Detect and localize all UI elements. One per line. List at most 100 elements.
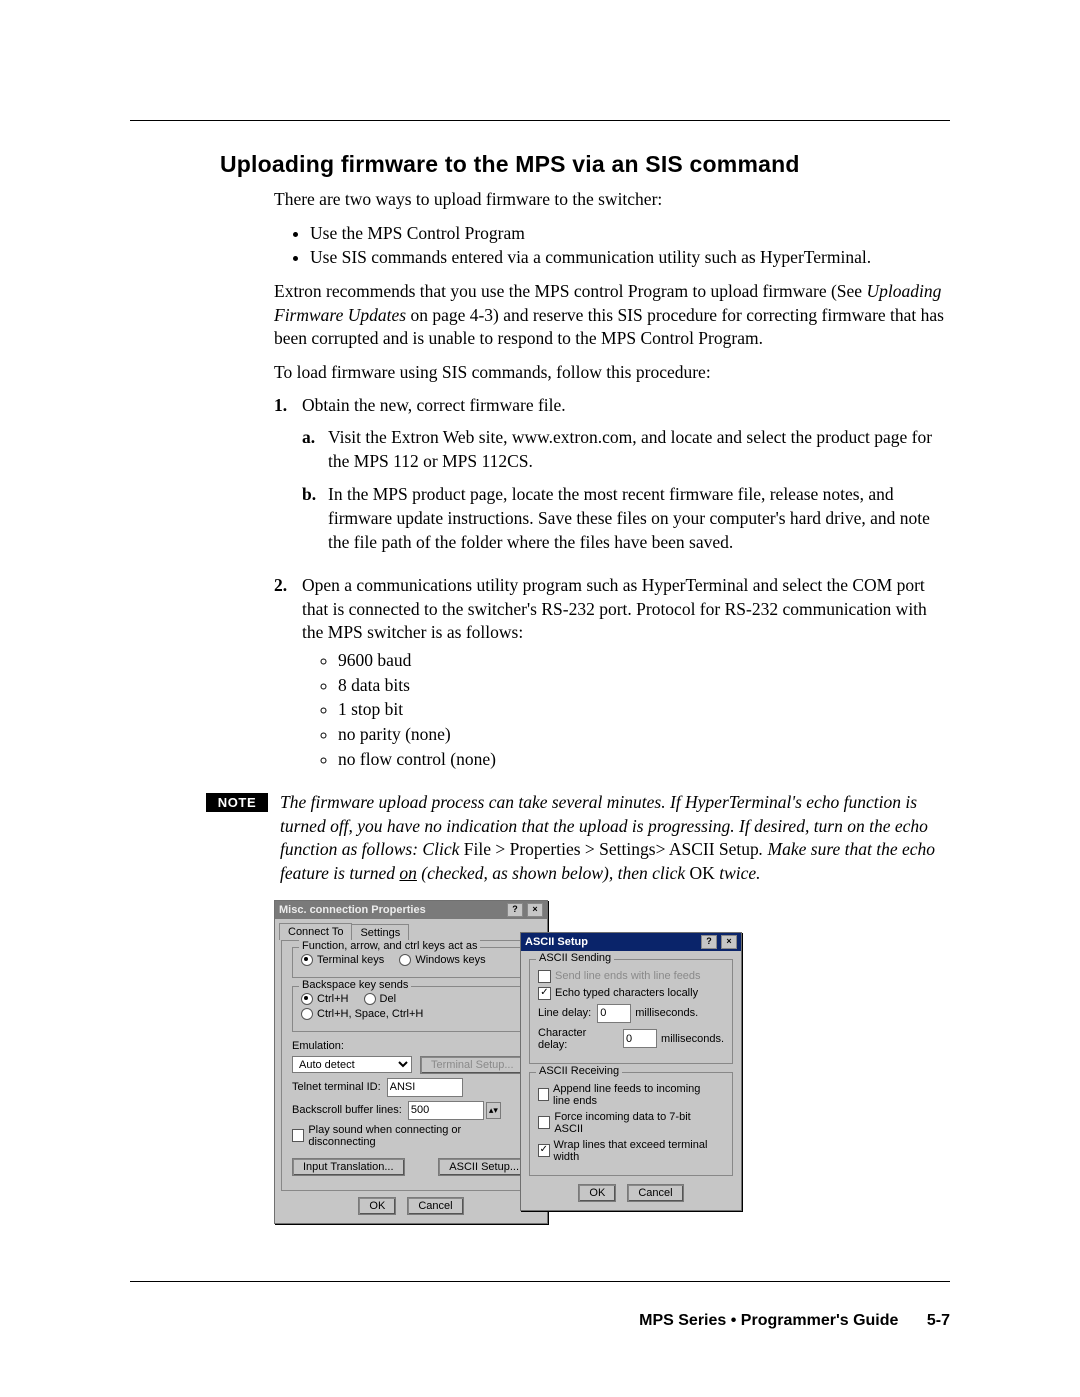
ascii-setup-title: ASCII Setup [525, 936, 588, 948]
telnet-id-input[interactable] [387, 1078, 463, 1097]
note-badge: NOTE [206, 793, 268, 812]
step-1b: b. In the MPS product page, locate the m… [302, 483, 950, 554]
close-icon[interactable]: × [527, 903, 543, 917]
radio-windows-keys-label: Windows keys [415, 954, 485, 966]
backscroll-input[interactable] [408, 1101, 484, 1120]
note-seg-4: twice. [715, 863, 761, 883]
radio-del-label: Del [380, 993, 397, 1005]
page-footer: MPS Series • Programmer's Guide 5-7 [639, 1312, 950, 1330]
echo-locally-label: Echo typed characters locally [555, 987, 698, 999]
wrap-lines-checkbox[interactable]: ✓Wrap lines that exceed terminal width [538, 1139, 712, 1163]
intro-bullet-2: Use SIS commands entered via a communica… [310, 246, 950, 270]
rule-bottom [130, 1281, 950, 1282]
input-translation-button[interactable]: Input Translation... [292, 1158, 405, 1176]
intro-bullet-list: Use the MPS Control Program Use SIS comm… [274, 222, 950, 270]
emulation-select[interactable]: Auto detect [292, 1056, 412, 1073]
note-seg-3: (checked, as shown below), then click [417, 863, 690, 883]
step-1a-letter: a. [302, 426, 328, 473]
step-2-number: 2. [274, 574, 302, 781]
step-1: 1. Obtain the new, correct firmware file… [274, 394, 950, 564]
backspace-group-title: Backspace key sends [299, 979, 411, 991]
ascii-setup-dialog: ASCII Setup ? × ASCII Sending Send line … [520, 932, 742, 1211]
ascii-ok-button[interactable]: OK [578, 1184, 616, 1202]
backspace-group: Backspace key sends Ctrl+H Del Ctrl+H, S… [292, 986, 530, 1032]
step-1a: a. Visit the Extron Web site, www.extron… [302, 426, 950, 473]
char-delay-unit: milliseconds. [661, 1033, 724, 1045]
ascii-sending-title: ASCII Sending [536, 952, 614, 964]
properties-titlebar[interactable]: Misc. connection Properties ? × [275, 901, 547, 919]
line-delay-input[interactable] [597, 1004, 631, 1023]
function-keys-group: Function, arrow, and ctrl keys act as Te… [292, 947, 530, 978]
force-7bit-checkbox[interactable]: Force incoming data to 7-bit ASCII [538, 1111, 712, 1135]
ascii-receiving-title: ASCII Receiving [536, 1065, 622, 1077]
spinner-icon[interactable]: ▴▾ [486, 1102, 501, 1119]
step-1-number: 1. [274, 394, 302, 564]
terminal-setup-button[interactable]: Terminal Setup... [420, 1056, 525, 1074]
tab-settings[interactable]: Settings [351, 924, 409, 941]
char-delay-input[interactable] [623, 1029, 657, 1048]
note-underline-on: on [399, 863, 417, 883]
intro-paragraph: There are two ways to upload firmware to… [274, 188, 950, 212]
footer-page-number: 5-7 [927, 1312, 950, 1329]
radio-windows-keys[interactable]: Windows keys [399, 954, 485, 966]
note-text: The firmware upload process can take sev… [280, 791, 950, 886]
function-keys-group-title: Function, arrow, and ctrl keys act as [299, 940, 480, 952]
help-icon[interactable]: ? [507, 903, 523, 917]
properties-dialog: Misc. connection Properties ? × Connect … [274, 900, 548, 1224]
radio-ctrlh-space-label: Ctrl+H, Space, Ctrl+H [317, 1008, 423, 1020]
step-1a-text: Visit the Extron Web site, www.extron.co… [328, 426, 950, 473]
radio-terminal-keys-label: Terminal keys [317, 954, 384, 966]
ascii-sending-group: ASCII Sending Send line ends with line f… [529, 959, 733, 1064]
step-1-sublist: a. Visit the Extron Web site, www.extron… [302, 426, 950, 554]
append-lf-label: Append line feeds to incoming line ends [553, 1083, 712, 1107]
backscroll-label: Backscroll buffer lines: [292, 1104, 402, 1116]
intro-bullet-1: Use the MPS Control Program [310, 222, 950, 246]
close-icon[interactable]: × [721, 935, 737, 949]
procedure-lead: To load firmware using SIS commands, fol… [274, 361, 950, 385]
step-1b-text: In the MPS product page, locate the most… [328, 483, 950, 554]
telnet-id-label: Telnet terminal ID: [292, 1081, 381, 1093]
step-2-text: Open a communications utility program su… [302, 575, 927, 642]
ascii-receiving-group: ASCII Receiving Append line feeds to inc… [529, 1072, 733, 1176]
radio-del[interactable]: Del [364, 993, 397, 1005]
rec-text-1: Extron recommends that you use the MPS c… [274, 281, 866, 301]
step-2-bullet-1: 9600 baud [338, 649, 950, 673]
step-2-bullet-2: 8 data bits [338, 674, 950, 698]
step-2-bullets: 9600 baud 8 data bits 1 stop bit no pari… [302, 649, 950, 771]
ascii-setup-button[interactable]: ASCII Setup... [438, 1158, 530, 1176]
ascii-cancel-button[interactable]: Cancel [627, 1184, 683, 1202]
line-delay-unit: milliseconds. [635, 1007, 698, 1019]
emulation-label: Emulation: [292, 1040, 344, 1052]
step-2-bullet-3: 1 stop bit [338, 698, 950, 722]
radio-ctrlh[interactable]: Ctrl+H [301, 993, 348, 1005]
tab-connect-to[interactable]: Connect To [279, 923, 352, 940]
radio-ctrlh-label: Ctrl+H [317, 993, 348, 1005]
line-delay-label: Line delay: [538, 1007, 591, 1019]
properties-cancel-button[interactable]: Cancel [407, 1197, 463, 1215]
properties-title: Misc. connection Properties [279, 904, 426, 916]
char-delay-label: Character delay: [538, 1027, 617, 1051]
radio-terminal-keys[interactable]: Terminal keys [301, 954, 384, 966]
help-icon[interactable]: ? [701, 935, 717, 949]
footer-title: MPS Series • Programmer's Guide [639, 1312, 898, 1329]
wrap-lines-label: Wrap lines that exceed terminal width [554, 1139, 712, 1163]
play-sound-checkbox[interactable]: Play sound when connecting or disconnect… [292, 1124, 518, 1148]
procedure-list: 1. Obtain the new, correct firmware file… [274, 394, 950, 781]
step-2-bullet-5: no flow control (none) [338, 748, 950, 772]
section-heading: Uploading firmware to the MPS via an SIS… [220, 151, 950, 178]
radio-ctrlh-space[interactable]: Ctrl+H, Space, Ctrl+H [301, 1008, 423, 1020]
note-ok-word: OK [690, 863, 715, 883]
note-menu-path: File > Properties > Settings> ASCII Setu… [464, 839, 759, 859]
rule-top [130, 120, 950, 121]
ascii-setup-titlebar[interactable]: ASCII Setup ? × [521, 933, 741, 951]
force-7bit-label: Force incoming data to 7-bit ASCII [554, 1111, 712, 1135]
append-lf-checkbox[interactable]: Append line feeds to incoming line ends [538, 1083, 712, 1107]
step-2: 2. Open a communications utility program… [274, 574, 950, 781]
step-1-text: Obtain the new, correct firmware file. [302, 395, 566, 415]
send-line-ends-checkbox[interactable]: Send line ends with line feeds [538, 970, 701, 983]
step-1b-letter: b. [302, 483, 328, 554]
echo-locally-checkbox[interactable]: ✓Echo typed characters locally [538, 987, 698, 1000]
play-sound-label: Play sound when connecting or disconnect… [308, 1124, 518, 1148]
properties-ok-button[interactable]: OK [358, 1197, 396, 1215]
step-2-bullet-4: no parity (none) [338, 723, 950, 747]
